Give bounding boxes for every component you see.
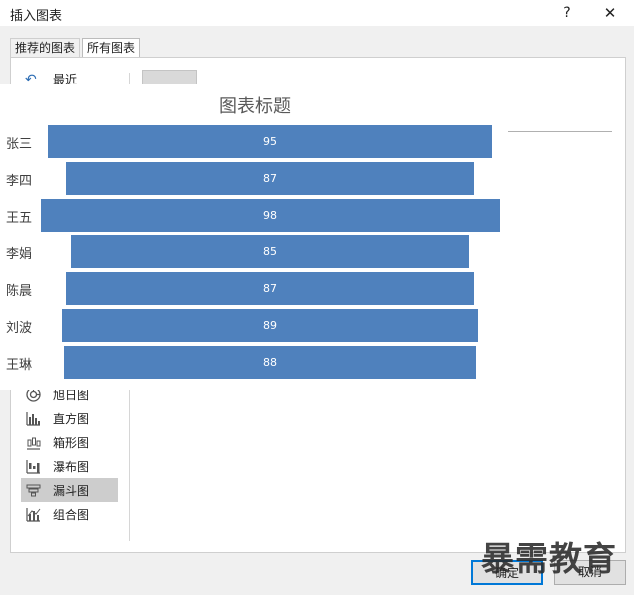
- tab-all-charts[interactable]: 所有图表: [82, 38, 141, 59]
- chart-title: 图表标题: [219, 96, 291, 117]
- category-label: 李娟: [6, 247, 33, 263]
- close-button[interactable]: ✕: [598, 2, 622, 24]
- dialog-titlebar: 插入图表 ? ✕: [0, 0, 634, 26]
- category-label: 王琳: [6, 357, 33, 373]
- tab-recommended-charts[interactable]: 推荐的图表: [10, 38, 81, 58]
- bar-value-label: 98: [263, 208, 277, 222]
- funnel-icon: [25, 482, 41, 498]
- chart-type-histogram[interactable]: 直方图: [21, 406, 118, 430]
- chart-type-waterfall[interactable]: 瀑布图: [21, 454, 118, 478]
- chart-type-funnel[interactable]: 漏斗图: [21, 478, 118, 502]
- category-label: 刘波: [6, 321, 33, 336]
- bar-value-label: 85: [263, 245, 277, 259]
- bar-value-label: 87: [263, 171, 277, 185]
- category-label: 王五: [6, 210, 33, 226]
- bar-value-label: 87: [263, 282, 277, 296]
- brand-watermark: 暴需教育: [481, 539, 617, 578]
- waterfall-icon: [25, 458, 41, 474]
- category-label: 张三: [6, 137, 33, 152]
- chart-type-combo[interactable]: 组合图: [21, 502, 118, 526]
- bar-value-label: 89: [263, 319, 277, 332]
- histogram-icon: [25, 410, 41, 426]
- category-label: 陈晨: [6, 284, 33, 300]
- preview-axis-line: [508, 131, 612, 132]
- chart-type-box-whisker[interactable]: 箱形图: [21, 430, 118, 454]
- combo-chart-icon: [25, 506, 41, 522]
- bar-value-label: 95: [263, 135, 277, 148]
- box-whisker-icon: [25, 434, 41, 450]
- dialog-title: 插入图表: [10, 9, 63, 24]
- category-label: 李四: [6, 173, 33, 189]
- help-button[interactable]: ?: [556, 2, 578, 24]
- bar-value-label: 88: [263, 355, 277, 369]
